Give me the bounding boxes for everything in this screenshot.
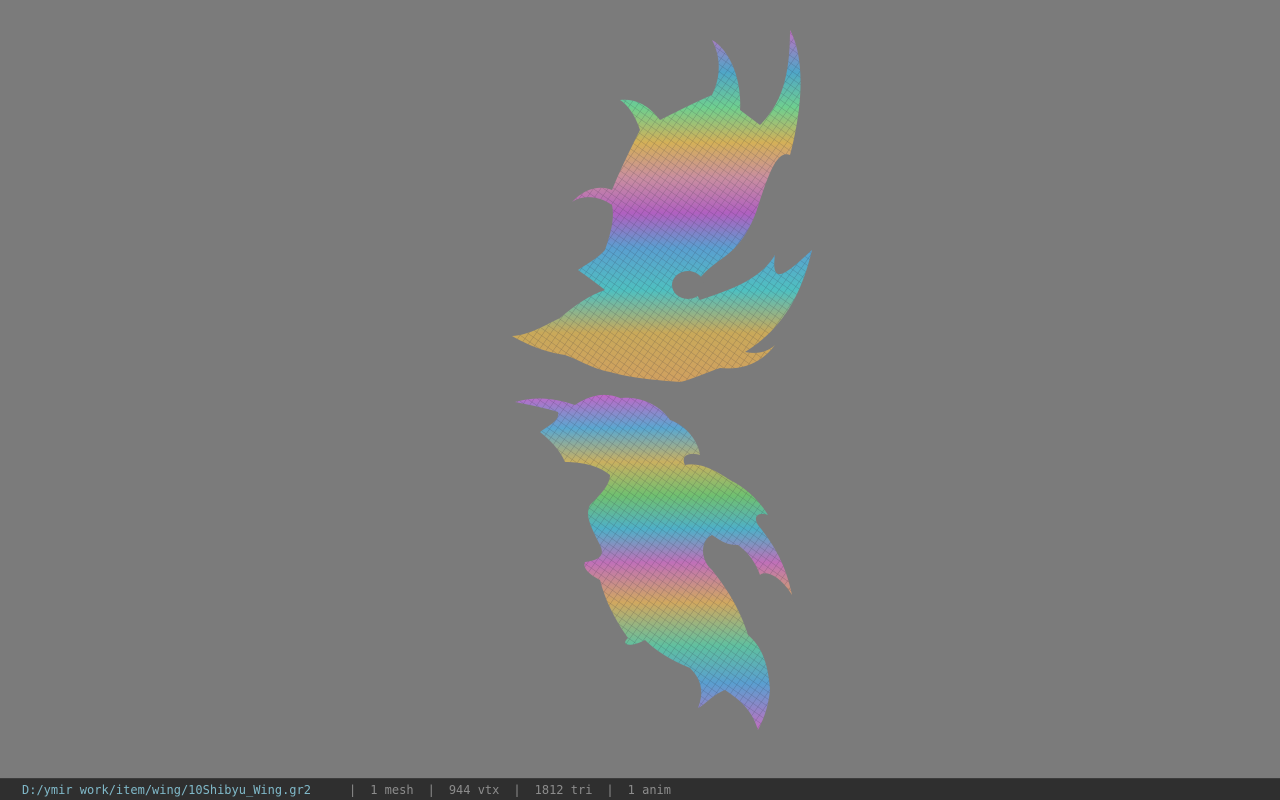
file-path: D:/ymir work/item/wing/10Shibyu_Wing.gr2 [22,782,311,797]
vertex-count: 944 vtx [448,782,500,797]
anim-count: 1 anim [627,782,672,797]
lower-wing-shape [515,394,792,730]
mesh-count: 1 mesh [370,782,414,797]
3d-viewport[interactable] [0,0,1280,778]
triangle-count: 1812 tri [534,782,593,797]
separator: | [513,782,521,797]
separator: | [606,782,614,797]
separator: | [427,782,435,797]
status-bar: D:/ymir work/item/wing/10Shibyu_Wing.gr2… [0,778,1280,800]
upper-wing-shape [512,30,812,382]
wing-model-render [512,30,812,730]
separator: | [348,782,357,797]
